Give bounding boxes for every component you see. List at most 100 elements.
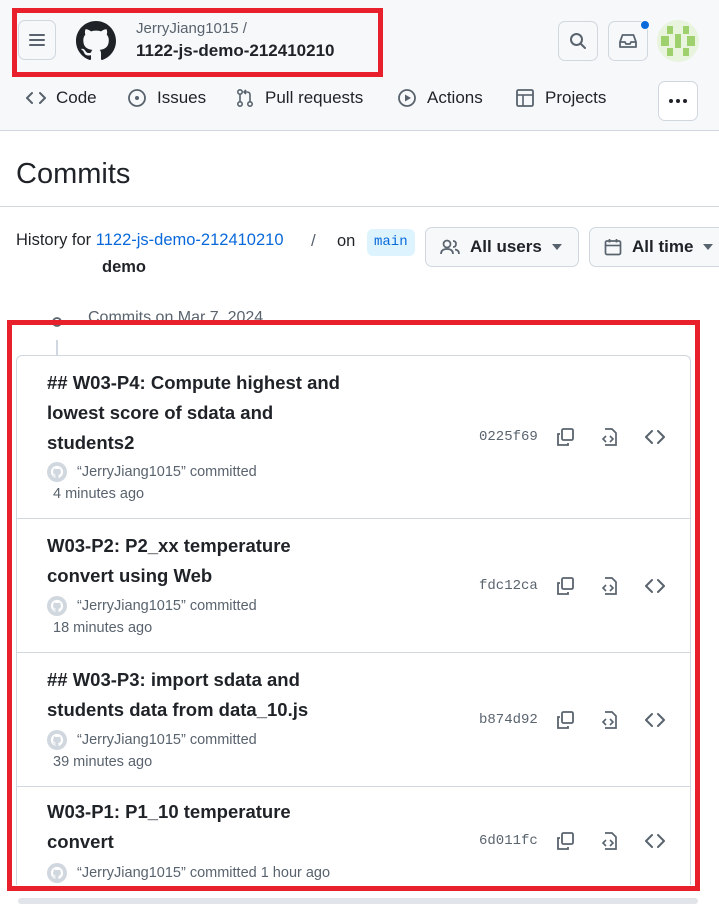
tab-actions-label: Actions [427,88,483,107]
inbox-icon [619,34,637,48]
commit-row[interactable]: W03-P1: P1_10 temperature convert “Jerry… [17,787,690,885]
time-filter-label: All time [632,237,694,256]
commit-time: 18 minutes ago [53,620,153,636]
commit-title-line: students2 [47,432,135,453]
copy-icon [557,428,574,446]
tab-code-label: Code [56,88,97,107]
timeline-line [56,340,58,356]
users-filter-label: All users [470,237,542,256]
github-logo-icon[interactable] [76,21,116,61]
repo-owner-link[interactable]: JerryJiang1015 / [136,20,247,37]
horizontal-scrollbar[interactable] [18,898,698,904]
view-file-button[interactable] [597,424,623,450]
commit-time: 39 minutes ago [53,754,153,770]
commit-list: ## W03-P4: Compute highest and lowest sc… [16,355,691,885]
author-avatar[interactable] [47,730,67,750]
tab-actions[interactable]: Actions [397,88,483,108]
commit-author: “JerryJiang1015” committed 1 hour ago [47,863,330,883]
branch-badge[interactable]: main [367,229,415,256]
commit-sha-link[interactable]: fdc12ca [479,578,538,594]
commit-author-text: “JerryJiang1015” committed [77,865,257,881]
menu-button[interactable] [18,20,56,60]
commit-sha-link[interactable]: 0225f69 [479,429,538,445]
repo-name-link[interactable]: 1122-js-demo-212410210 [136,41,334,61]
browse-repo-button[interactable] [642,828,668,854]
triangle-down-icon [703,244,714,250]
commit-title-link[interactable]: ## W03-P4: Compute highest and lowest sc… [47,368,340,458]
commit-author: “JerryJiang1015” committed [47,596,257,616]
git-commit-icon [48,317,66,327]
commit-row[interactable]: W03-P2: P2_xx temperature convert using … [17,519,690,653]
commit-author: “JerryJiang1015” committed [47,730,257,750]
copy-sha-button[interactable] [552,573,578,599]
view-file-button[interactable] [597,828,623,854]
search-icon [570,33,586,49]
history-breadcrumb: History for 1122-js-demo-212410210 [16,231,284,250]
view-file-button[interactable] [597,707,623,733]
author-avatar[interactable] [47,863,67,883]
triangle-down-icon [551,244,562,250]
commit-title-link[interactable]: W03-P2: P2_xx temperature convert using … [47,531,291,591]
repo-nav: Code Issues Pull requests Actions Projec… [0,80,719,124]
browse-repo-button[interactable] [642,424,668,450]
browse-repo-button[interactable] [642,573,668,599]
github-mark-icon [50,465,64,479]
view-file-button[interactable] [597,573,623,599]
copy-icon [557,832,574,850]
commit-row[interactable]: ## W03-P3: import sdata and students dat… [17,653,690,787]
file-code-icon [601,428,617,446]
table-icon [516,89,534,107]
commits-date-heading: Commits on Mar 7, 2024 [88,309,264,326]
copy-icon [557,711,574,729]
commit-sha-link[interactable]: 6d011fc [479,833,538,849]
code-icon [26,92,46,104]
browse-repo-button[interactable] [642,707,668,733]
hamburger-icon [29,34,45,46]
tab-pull-requests[interactable]: Pull requests [235,88,363,108]
commit-title-line: ## W03-P4: Compute highest and [47,372,340,393]
copy-sha-button[interactable] [552,707,578,733]
commit-row[interactable]: ## W03-P4: Compute highest and lowest sc… [17,356,690,519]
users-filter-button[interactable]: All users [425,227,579,267]
commit-author-text: “JerryJiang1015” committed [77,464,257,480]
code-icon [645,713,665,727]
issue-icon [128,89,146,107]
history-path: demo [102,258,147,276]
github-mark-icon [50,599,64,613]
commit-time: 1 hour ago [260,865,331,881]
commit-title-line: W03-P2: P2_xx temperature [47,535,291,556]
tab-projects[interactable]: Projects [515,88,606,108]
repo-header: JerryJiang1015 / 1122-js-demo-212410210 … [0,0,719,131]
commit-title-line: students data from data_10.js [47,699,309,720]
commit-title-link[interactable]: ## W03-P3: import sdata and students dat… [47,665,308,725]
code-icon [645,834,665,848]
tab-pull-requests-label: Pull requests [265,88,364,107]
commit-sha-link[interactable]: b874d92 [479,712,538,728]
history-separator: / [311,231,316,250]
author-avatar[interactable] [47,462,67,482]
tab-issues[interactable]: Issues [127,88,206,108]
file-code-icon [601,711,617,729]
tab-issues-label: Issues [157,88,207,107]
history-repo-link[interactable]: 1122-js-demo-212410210 [96,231,284,249]
time-filter-button[interactable]: All time [589,227,719,267]
search-button[interactable] [558,21,598,61]
tab-code[interactable]: Code [26,88,97,108]
history-prefix: History for [16,231,96,249]
github-mark-icon [50,733,64,747]
copy-sha-button[interactable] [552,828,578,854]
commit-author: “JerryJiang1015” committed [47,462,257,482]
play-icon [398,89,416,107]
more-tabs-button[interactable] [658,81,698,121]
commit-title-link[interactable]: W03-P1: P1_10 temperature convert [47,797,291,857]
copy-sha-button[interactable] [552,424,578,450]
commit-time: 4 minutes ago [53,486,145,502]
github-mark-icon [50,866,64,880]
code-icon [645,579,665,593]
title-divider [0,206,719,207]
pull-request-icon [236,88,254,108]
commit-title-line: convert [47,831,114,852]
user-avatar[interactable] [657,20,699,62]
code-icon [645,430,665,444]
author-avatar[interactable] [47,596,67,616]
